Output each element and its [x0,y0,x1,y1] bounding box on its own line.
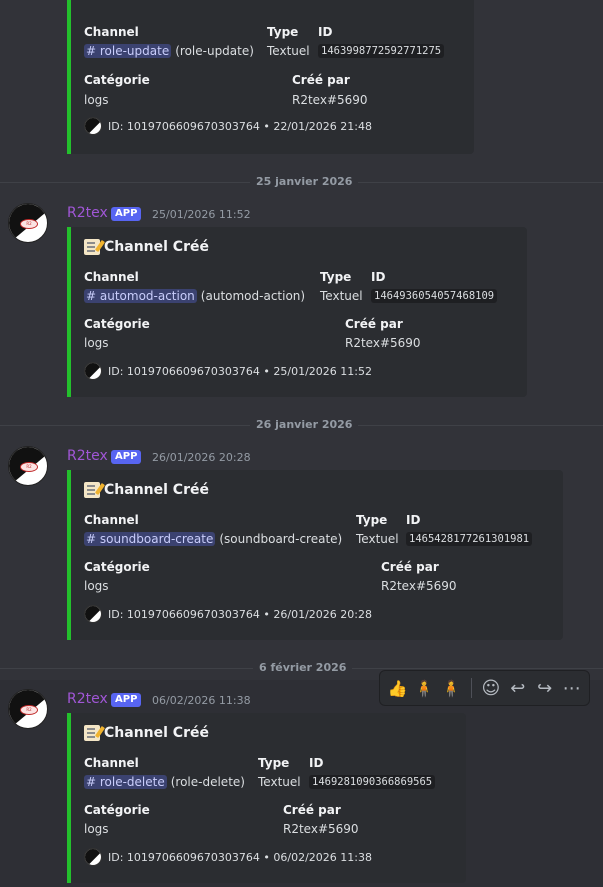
creator-value: R2tex#5690 [283,822,359,836]
person-green-icon[interactable]: 🧍 [413,675,436,701]
more-icon[interactable]: ⋯ [560,675,583,701]
footer-avatar [84,362,102,380]
footer-avatar [84,605,102,623]
creator-value: R2tex#5690 [345,336,421,350]
app-badge: APP [111,693,142,707]
embed-label-created-by: Créé par [292,73,350,87]
channel-paren: (automod-action) [200,289,306,303]
embed-role-delete: Channel Créé Channel Type ID # role-dele… [67,713,466,883]
message-action-bar: 👍 🧍 🧍 ☺ ↩ ↪ ⋯ [379,670,590,706]
footer-text: ID: 1019706609670303764 • 22/01/2026 21:… [108,119,372,133]
embed-label-created-by: Créé par [283,803,341,817]
embed-label-id: ID [406,513,421,527]
message-timestamp[interactable]: 25/01/2026 11:52 [152,208,251,221]
embed-label-type: Type [267,25,299,39]
embed-footer: ID: 1019706609670303764 • 22/01/2026 21:… [84,117,372,135]
embed-title: Channel Créé [84,482,209,498]
avatar[interactable]: R2 [8,689,48,729]
memo-icon [84,725,100,741]
footer-text: ID: 1019706609670303764 • 26/01/2026 20:… [108,607,372,621]
forward-icon[interactable]: ↪ [533,675,556,701]
id-value: 1465428177261301981 [406,532,533,546]
date-divider: 6 février 2026 [253,661,353,674]
type-value: Textuel [320,289,363,303]
embed-label-category: Catégorie [84,803,150,817]
channel-mention[interactable]: # role-update [84,44,172,58]
footer-text: ID: 1019706609670303764 • 25/01/2026 11:… [108,364,372,378]
type-value: Textuel [356,532,399,546]
channel-value: # role-delete (role-delete) [84,775,245,789]
embed-soundboard-create: Channel Créé Channel Type ID # soundboar… [67,470,563,640]
channel-value: # automod-action (automod-action) [84,289,305,303]
channel-mention[interactable]: # role-delete [84,775,167,789]
embed-footer: ID: 1019706609670303764 • 26/01/2026 20:… [84,605,372,623]
message-timestamp[interactable]: 26/01/2026 20:28 [152,451,251,464]
embed-label-created-by: Créé par [381,560,439,574]
embed-label-type: Type [320,270,352,284]
embed-label-channel: Channel [84,25,139,39]
embed-label-category: Catégorie [84,73,150,87]
embed-title-text: Channel Créé [104,725,209,741]
type-value: Textuel [267,44,310,58]
type-value: Textuel [258,775,301,789]
channel-value: # soundboard-create (soundboard-create) [84,532,342,546]
embed-label-category: Catégorie [84,317,150,331]
reply-icon[interactable]: ↩ [506,675,529,701]
app-badge: APP [111,450,142,464]
app-badge: APP [111,207,142,221]
embed-label-created-by: Créé par [345,317,403,331]
embed-role-update: Channel Type ID # role-update (role-upda… [67,0,474,154]
embed-label-channel: Channel [84,270,139,284]
id-value: 1469281090366869565 [309,775,436,789]
thumbs-up-icon[interactable]: 👍 [386,675,409,701]
embed-title-text: Channel Créé [104,482,209,498]
id-value: 1463998772592771275 [318,44,445,58]
channel-mention[interactable]: # automod-action [84,289,197,303]
embed-label-id: ID [371,270,386,284]
author-name[interactable]: R2tex [67,691,108,707]
avatar[interactable]: R2 [8,203,48,243]
channel-mention[interactable]: # soundboard-create [84,532,216,546]
embed-automod-action: Channel Créé Channel Type ID # automod-a… [67,227,527,397]
channel-paren: (role-delete) [170,775,245,789]
embed-label-id: ID [318,25,333,39]
embed-label-category: Catégorie [84,560,150,574]
channel-paren: (soundboard-create) [219,532,343,546]
embed-footer: ID: 1019706609670303764 • 25/01/2026 11:… [84,362,372,380]
author-name[interactable]: R2tex [67,205,108,221]
memo-icon [84,482,100,498]
category-value: logs [84,93,109,107]
footer-avatar [84,117,102,135]
author-name[interactable]: R2tex [67,448,108,464]
embed-title: Channel Créé [84,725,209,741]
category-value: logs [84,822,109,836]
date-divider: 25 janvier 2026 [250,175,359,188]
id-value: 1464936054057468109 [371,289,498,303]
add-reaction-icon[interactable]: ☺ [480,675,503,701]
channel-value: # role-update (role-update) [84,44,254,58]
footer-avatar [84,848,102,866]
avatar[interactable]: R2 [8,446,48,486]
embed-label-id: ID [309,756,324,770]
channel-paren: (role-update) [175,44,254,58]
message-timestamp[interactable]: 06/02/2026 11:38 [152,694,251,707]
date-divider: 26 janvier 2026 [250,418,359,431]
embed-label-type: Type [258,756,290,770]
embed-title-text: Channel Créé [104,239,209,255]
category-value: logs [84,336,109,350]
action-separator [470,678,472,698]
creator-value: R2tex#5690 [292,93,368,107]
memo-icon [84,239,100,255]
person-orange-icon[interactable]: 🧍 [440,675,463,701]
embed-label-channel: Channel [84,513,139,527]
embed-label-type: Type [356,513,388,527]
embed-footer: ID: 1019706609670303764 • 06/02/2026 11:… [84,848,372,866]
category-value: logs [84,579,109,593]
embed-label-channel: Channel [84,756,139,770]
embed-title: Channel Créé [84,239,209,255]
creator-value: R2tex#5690 [381,579,457,593]
footer-text: ID: 1019706609670303764 • 06/02/2026 11:… [108,850,372,864]
